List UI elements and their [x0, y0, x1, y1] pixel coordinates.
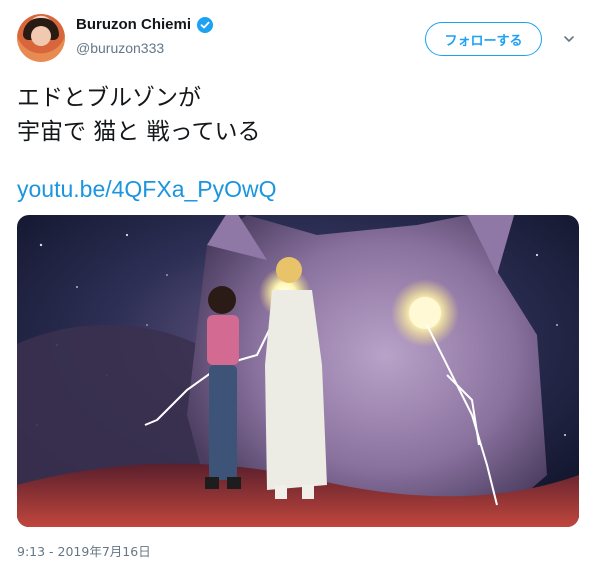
tweet-text-line-2: 宇宙で 猫と 戦っている — [17, 119, 261, 145]
verified-badge-icon — [197, 16, 213, 33]
avatar[interactable] — [17, 14, 65, 62]
display-name[interactable]: Buruzon Chiemi — [76, 16, 191, 33]
tweet-timestamp[interactable]: 9:13 - 2019年7月16日 — [17, 541, 151, 560]
tweet-link[interactable]: youtu.be/4QFXa_PyOwQ — [17, 176, 277, 203]
chevron-down-icon[interactable] — [560, 30, 578, 48]
avatar-face — [31, 26, 51, 46]
media-image[interactable] — [17, 215, 579, 527]
media-illustration — [17, 215, 579, 527]
user-handle[interactable]: @buruzon333 — [76, 40, 164, 56]
tweet-card: Buruzon Chiemi @buruzon333 フォローする エドとブルゾ… — [0, 0, 595, 563]
follow-button[interactable]: フォローする — [425, 22, 542, 56]
name-row: Buruzon Chiemi — [76, 16, 213, 33]
tweet-text-line-1: エドとブルゾンが — [17, 85, 201, 111]
